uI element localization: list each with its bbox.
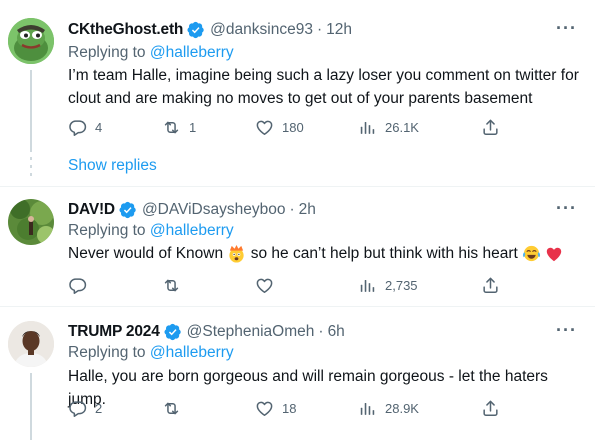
share-button[interactable] bbox=[481, 118, 500, 137]
avatar[interactable] bbox=[8, 321, 54, 367]
replying-mention-link[interactable]: @halleberry bbox=[150, 44, 234, 61]
replying-prefix: Replying to bbox=[68, 222, 146, 239]
display-name[interactable]: DAV!D bbox=[68, 201, 115, 219]
views-chart-icon bbox=[358, 399, 377, 418]
reply-button[interactable]: 4 bbox=[68, 118, 102, 137]
views-chart-icon bbox=[358, 276, 377, 295]
reply-icon bbox=[68, 276, 87, 295]
more-options-icon[interactable]: ··· bbox=[556, 320, 577, 341]
username[interactable]: @danksince93 bbox=[210, 21, 313, 39]
like-count: 18 bbox=[282, 401, 297, 416]
avatar[interactable] bbox=[8, 199, 54, 245]
tweet-text: Never would of Known so he can’t help bu… bbox=[68, 242, 588, 265]
views-count: 26.1K bbox=[385, 120, 419, 135]
share-button[interactable] bbox=[481, 399, 500, 418]
tweet-text: I’m team Halle, imagine being such a laz… bbox=[68, 67, 579, 107]
username[interactable]: @StepheniaOmeh bbox=[187, 323, 315, 341]
display-name[interactable]: CKtheGhost.eth bbox=[68, 21, 183, 39]
heart-icon bbox=[255, 399, 274, 418]
person-photo-avatar bbox=[8, 321, 54, 367]
tweet-header: CKtheGhost.eth @danksince93 · 12h bbox=[68, 19, 352, 41]
verified-badge-icon bbox=[119, 201, 137, 219]
retweet-icon bbox=[162, 276, 181, 295]
thread-dots bbox=[30, 157, 32, 181]
more-options-icon[interactable]: ··· bbox=[556, 18, 577, 39]
views-count: 28.9K bbox=[385, 401, 419, 416]
heart-icon bbox=[255, 118, 274, 137]
views-count: 2,735 bbox=[385, 278, 418, 293]
separator-dot: · bbox=[318, 323, 324, 340]
thread-line bbox=[30, 70, 32, 152]
tears-of-joy-emoji-icon bbox=[523, 246, 541, 262]
red-heart-emoji-icon bbox=[547, 247, 562, 262]
views-button[interactable]: 2,735 bbox=[358, 276, 418, 295]
separator-dot: · bbox=[289, 201, 295, 218]
verified-badge-icon bbox=[164, 323, 182, 341]
tweet-header: TRUMP 2024 @StepheniaOmeh · 6h bbox=[68, 321, 345, 343]
retweet-button[interactable]: 1 bbox=[162, 118, 196, 137]
retweet-count: 1 bbox=[189, 120, 197, 135]
views-button[interactable]: 26.1K bbox=[358, 118, 419, 137]
nature-photo-avatar bbox=[8, 199, 54, 245]
action-bar: 2 18 28.9K bbox=[68, 399, 508, 421]
like-button[interactable] bbox=[255, 276, 282, 295]
share-icon bbox=[481, 118, 500, 137]
reply-button[interactable]: 2 bbox=[68, 399, 102, 418]
thread-line bbox=[30, 373, 32, 440]
like-button[interactable]: 18 bbox=[255, 399, 296, 418]
views-chart-icon bbox=[358, 118, 377, 137]
share-icon bbox=[481, 276, 500, 295]
tweet-2[interactable]: DAV!D @DAViDsaysheyboo · 2h ··· Replying… bbox=[0, 187, 595, 304]
reply-icon bbox=[68, 118, 87, 137]
reply-button[interactable] bbox=[68, 276, 95, 295]
tweet-header: DAV!D @DAViDsaysheyboo · 2h bbox=[68, 199, 316, 221]
replying-mention-link[interactable]: @halleberry bbox=[150, 222, 234, 239]
pepe-frog-icon bbox=[8, 18, 54, 64]
reply-icon bbox=[68, 399, 87, 418]
replying-to: Replying to @halleberry bbox=[68, 44, 234, 62]
retweet-icon bbox=[162, 399, 181, 418]
timestamp[interactable]: 12h bbox=[326, 21, 352, 39]
share-button[interactable] bbox=[481, 276, 500, 295]
exploding-head-emoji-icon bbox=[229, 245, 245, 263]
views-button[interactable]: 28.9K bbox=[358, 399, 419, 418]
replying-prefix: Replying to bbox=[68, 344, 146, 361]
action-bar: 2,735 bbox=[68, 276, 508, 298]
replying-mention-link[interactable]: @halleberry bbox=[150, 344, 234, 361]
username[interactable]: @DAViDsaysheyboo bbox=[142, 201, 286, 219]
separator-dot: · bbox=[316, 21, 323, 38]
heart-icon bbox=[255, 276, 274, 295]
retweet-button[interactable] bbox=[162, 276, 189, 295]
more-options-icon[interactable]: ··· bbox=[556, 198, 577, 219]
tweet-3[interactable]: TRUMP 2024 @StepheniaOmeh · 6h ··· Reply… bbox=[0, 307, 595, 440]
share-icon bbox=[481, 399, 500, 418]
tweet-text-part-1: Never would of Known bbox=[68, 245, 224, 262]
tweet-text-part-2: so he can’t help but think with his hear… bbox=[250, 245, 518, 262]
reply-count: 2 bbox=[95, 401, 103, 416]
retweet-button[interactable] bbox=[162, 399, 189, 418]
replying-to: Replying to @halleberry bbox=[68, 222, 234, 240]
timestamp[interactable]: 2h bbox=[299, 201, 316, 219]
reply-count: 4 bbox=[95, 120, 103, 135]
retweet-icon bbox=[162, 118, 181, 137]
action-bar: 4 1 180 26.1K bbox=[68, 118, 508, 140]
replying-to: Replying to @halleberry bbox=[68, 344, 234, 362]
show-replies-link[interactable]: Show replies bbox=[68, 157, 157, 175]
replying-prefix: Replying to bbox=[68, 44, 146, 61]
display-name[interactable]: TRUMP 2024 bbox=[68, 323, 160, 341]
verified-badge-icon bbox=[187, 21, 205, 39]
like-button[interactable]: 180 bbox=[255, 118, 304, 137]
tweet-1[interactable]: CKtheGhost.eth @danksince93 · 12h ··· Re… bbox=[0, 0, 595, 190]
avatar[interactable] bbox=[8, 18, 54, 64]
like-count: 180 bbox=[282, 120, 304, 135]
timestamp[interactable]: 6h bbox=[328, 323, 345, 341]
